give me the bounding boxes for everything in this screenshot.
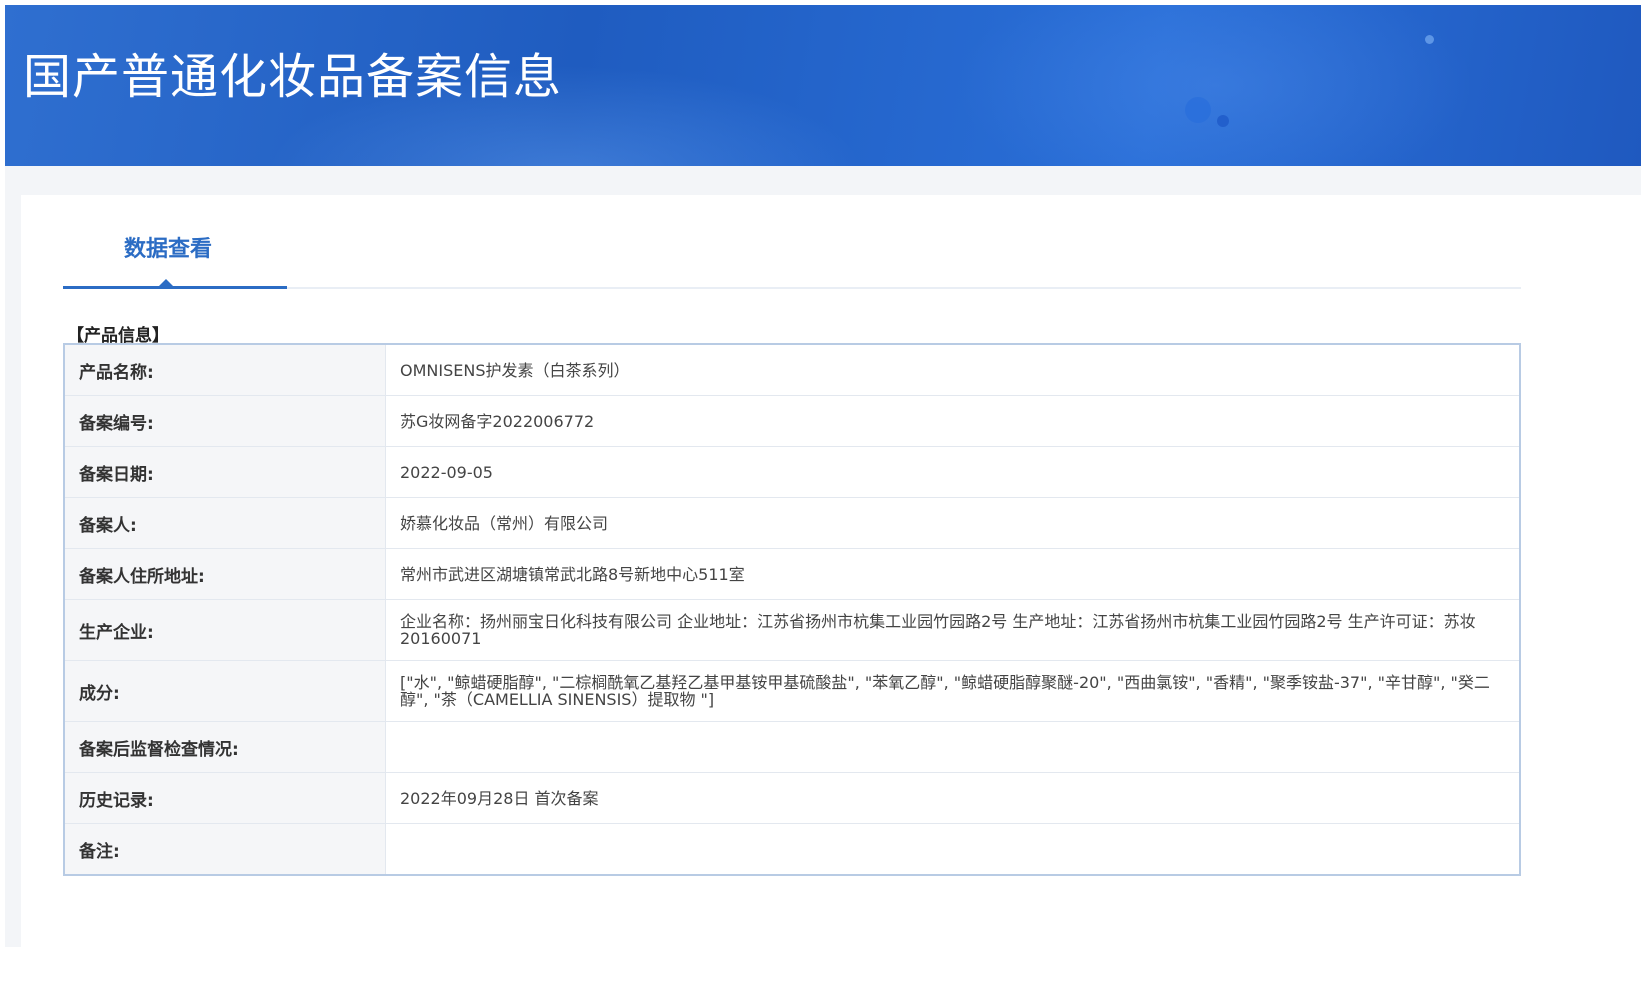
- table-row: 备案人: 娇慕化妆品（常州）有限公司: [64, 497, 1520, 549]
- field-label: 备案人:: [64, 497, 386, 549]
- page-frame: 国产普通化妆品备案信息 数据查看 【产品信息】 产品名称: OMNISENS护发…: [5, 5, 1641, 947]
- banner-glow: [955, 5, 1475, 166]
- field-value: OMNISENS护发素（白茶系列）: [400, 360, 630, 380]
- table-row: 备案编号: 苏G妆网备字2022006772: [64, 395, 1520, 447]
- field-value: 苏G妆网备字2022006772: [385, 395, 1520, 447]
- banner-decoration: [1217, 115, 1229, 127]
- table-row: 备案人住所地址: 常州市武进区湖塘镇常武北路8号新地中心511室: [64, 548, 1520, 600]
- tab-label: 数据查看: [123, 237, 212, 262]
- table-row: 生产企业: 企业名称：扬州丽宝日化科技有限公司 企业地址：江苏省扬州市杭集工业园…: [64, 599, 1520, 661]
- table-row: 历史记录: 2022年09月28日 首次备案: [64, 772, 1520, 824]
- table-row: 备注:: [64, 823, 1520, 875]
- field-value: 企业名称：扬州丽宝日化科技有限公司 企业地址：江苏省扬州市杭集工业园竹园路2号 …: [385, 599, 1520, 661]
- field-value: 娇慕化妆品（常州）有限公司: [385, 497, 1520, 549]
- field-value: 2022年09月28日 首次备案: [385, 772, 1520, 824]
- field-label: 备案编号:: [64, 395, 386, 447]
- field-label: 产品名称:: [64, 344, 386, 396]
- field-label: 历史记录:: [64, 772, 386, 824]
- field-value: ["水", "鲸蜡硬脂醇", "二棕榈酰氧乙基羟乙基甲基铵甲基硫酸盐", "苯氧…: [385, 660, 1520, 722]
- table-row: 备案后监督检查情况:: [64, 721, 1520, 773]
- banner-decoration: [1185, 97, 1211, 123]
- page-title: 国产普通化妆品备案信息: [23, 49, 563, 105]
- field-value: [385, 823, 1520, 875]
- field-value: 2022-09-05: [385, 446, 1520, 498]
- header-banner: 国产普通化妆品备案信息: [5, 5, 1641, 166]
- content-card: 数据查看 【产品信息】 产品名称: OMNISENS护发素（白茶系列） 备案编号…: [21, 195, 1641, 947]
- product-info-table: 产品名称: OMNISENS护发素（白茶系列） 备案编号: 苏G妆网备字2022…: [63, 343, 1521, 876]
- field-label: 备案后监督检查情况:: [64, 721, 386, 773]
- field-label: 备注:: [64, 823, 386, 875]
- banner-decoration: [1425, 35, 1434, 44]
- field-label: 成分:: [64, 660, 386, 722]
- field-value: 常州市武进区湖塘镇常武北路8号新地中心511室: [385, 548, 1520, 600]
- table-row: 成分: ["水", "鲸蜡硬脂醇", "二棕榈酰氧乙基羟乙基甲基铵甲基硫酸盐",…: [64, 660, 1520, 722]
- table-row: 备案日期: 2022-09-05: [64, 446, 1520, 498]
- field-label: 备案日期:: [64, 446, 386, 498]
- tab-bar: 数据查看: [63, 195, 1521, 289]
- tab-active-indicator: [63, 286, 287, 289]
- field-label: 生产企业:: [64, 599, 386, 661]
- table-row: 产品名称: OMNISENS护发素（白茶系列）: [64, 344, 1520, 396]
- field-label: 备案人住所地址:: [64, 548, 386, 600]
- field-value: [385, 721, 1520, 773]
- caret-up-icon: [159, 279, 173, 286]
- tab-data-view[interactable]: 数据查看: [63, 195, 287, 289]
